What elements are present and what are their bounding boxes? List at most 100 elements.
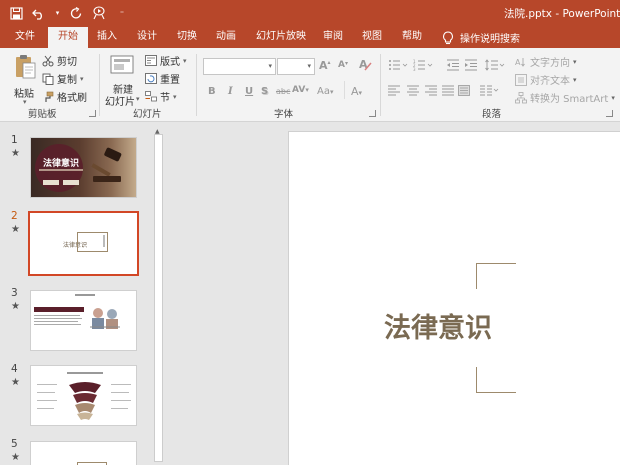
align-left-icon[interactable] [388, 85, 400, 96]
distributed-icon[interactable] [458, 85, 470, 96]
italic-button[interactable]: I [228, 86, 233, 97]
cut-label: 剪切 [57, 57, 77, 68]
format-painter-button[interactable]: 格式刷 [42, 89, 87, 104]
slide-thumbnails-pane: 1 ★ 法律意识 2 ★ 法律意识 3 ★ 4 ★ 5 ★ [0, 122, 166, 465]
clear-formatting-icon[interactable]: A [358, 57, 373, 75]
grow-font-icon[interactable]: A▴ [319, 59, 331, 72]
title-bracket-top [476, 263, 516, 289]
ribbon-home: 粘贴 ▾ 剪切 复制 ▾ 格式刷 剪贴板 新建 幻灯片 ▾ 版式 ▾ 重置 节 … [0, 48, 620, 122]
paragraph-launcher-icon[interactable] [606, 110, 613, 117]
scissors-icon [42, 55, 54, 66]
justify-icon[interactable] [442, 85, 454, 96]
change-case-button[interactable]: Aa▾ [317, 86, 333, 97]
copy-label: 复制 [57, 75, 77, 86]
start-from-beginning-icon[interactable] [91, 5, 107, 21]
ribbon-separator [99, 54, 100, 116]
clipboard-launcher-icon[interactable] [89, 110, 96, 117]
tab-file[interactable]: 文件 [15, 27, 35, 48]
font-name-dropdown-icon: ▾ [268, 62, 272, 70]
underline-button[interactable]: U [245, 86, 253, 97]
quick-access-toolbar: ▾ ⁼ [8, 4, 130, 22]
text-direction-icon: A [515, 57, 525, 67]
line-spacing-icon[interactable] [485, 59, 505, 71]
font-color-button[interactable]: A▾ [351, 85, 362, 98]
shrink-font-icon[interactable]: A▾ [338, 60, 348, 70]
text-direction-button[interactable]: A 文字方向 ▾ [515, 54, 577, 69]
scrollbar-thumb[interactable] [154, 134, 163, 462]
svg-text:3: 3 [413, 67, 416, 71]
columns-icon[interactable] [480, 85, 500, 96]
character-spacing-button[interactable]: AV▾ [292, 85, 309, 95]
paragraph-group-label: 段落 [482, 109, 502, 120]
redo-icon[interactable] [68, 5, 84, 21]
save-icon[interactable] [8, 5, 24, 21]
slide-thumbnail-4[interactable] [30, 365, 137, 426]
tell-me-search[interactable]: 操作说明搜索 [442, 27, 520, 48]
text-direction-dropdown-icon: ▾ [573, 57, 577, 66]
slide-thumbnail-3[interactable] [30, 290, 137, 351]
strikethrough-button[interactable]: abc [276, 87, 290, 96]
slide-title[interactable]: 法律意识 [384, 306, 492, 345]
thumbnail-scrollbar[interactable]: ▲ [153, 128, 164, 465]
undo-dropdown-icon[interactable]: ▾ [54, 5, 61, 21]
paste-dropdown-icon: ▾ [23, 98, 27, 106]
slide-thumbnail-5[interactable] [30, 441, 137, 465]
new-slide-dropdown-icon: ▾ [136, 95, 140, 103]
tab-slideshow[interactable]: 幻灯片放映 [256, 27, 306, 48]
section-button[interactable]: 节 ▾ [145, 89, 177, 104]
cut-button[interactable]: 剪切 [42, 53, 77, 68]
customize-qat-icon[interactable]: ⁼ [114, 5, 130, 21]
clipboard-group-label: 剪贴板 [28, 109, 57, 120]
slide-number: 5 [11, 438, 18, 450]
font-name-combo[interactable]: ▾ [203, 58, 276, 75]
slide-1-tag-2 [63, 180, 79, 185]
font-launcher-icon[interactable] [369, 110, 376, 117]
slide-1-subtitle-bar [39, 169, 83, 171]
tab-review[interactable]: 审阅 [323, 27, 343, 48]
lightbulb-icon [443, 30, 453, 44]
convert-smartart-label: 转换为 SmartArt [530, 94, 609, 105]
slide-thumbnail-1[interactable]: 法律意识 [30, 137, 137, 198]
align-text-button[interactable]: 对齐文本 ▾ [515, 72, 577, 87]
ribbon-tabs: 文件 开始 插入 设计 切换 动画 幻灯片放映 审阅 视图 帮助 操作说明搜索 [0, 27, 620, 48]
animation-star-icon: ★ [11, 301, 20, 312]
slide-4-left-text [37, 384, 59, 414]
undo-icon[interactable] [31, 5, 47, 21]
reset-button[interactable]: 重置 [145, 71, 180, 86]
change-case-label: Aa [317, 86, 330, 97]
convert-smartart-button[interactable]: 转换为 SmartArt ▾ [515, 90, 615, 105]
layout-icon [145, 55, 157, 66]
copy-dropdown-icon: ▾ [80, 74, 84, 83]
copy-button[interactable]: 复制 ▾ [42, 71, 84, 86]
layout-button[interactable]: 版式 ▾ [145, 53, 187, 68]
decrease-indent-icon[interactable] [446, 59, 460, 71]
slide-number: 4 [11, 363, 18, 375]
tab-home[interactable]: 开始 [48, 27, 88, 48]
slide-thumbnail-2[interactable]: 法律意识 [28, 211, 139, 276]
format-painter-icon [45, 91, 54, 102]
title-bar: ▾ ⁼ 法院.pptx - PowerPoint [0, 0, 620, 27]
tab-help[interactable]: 帮助 [402, 27, 422, 48]
align-right-icon[interactable] [425, 85, 437, 96]
svg-text:A: A [515, 58, 521, 67]
tab-insert[interactable]: 插入 [97, 27, 117, 48]
reset-label: 重置 [160, 75, 180, 86]
tab-transitions[interactable]: 切换 [177, 27, 197, 48]
ribbon-separator [380, 54, 381, 116]
paste-button[interactable]: 粘贴 ▾ [10, 54, 38, 106]
numbering-icon[interactable]: 123 [413, 59, 435, 71]
tab-design[interactable]: 设计 [137, 27, 157, 48]
slide-canvas[interactable] [288, 131, 620, 465]
bold-button[interactable]: B [208, 86, 216, 97]
section-dropdown-icon: ▾ [173, 92, 177, 101]
font-size-combo[interactable]: ▾ [277, 58, 315, 75]
tab-animations[interactable]: 动画 [216, 27, 236, 48]
align-text-dropdown-icon: ▾ [573, 75, 577, 84]
animation-star-icon: ★ [11, 377, 20, 388]
increase-indent-icon[interactable] [464, 59, 478, 71]
bullets-icon[interactable] [388, 59, 410, 71]
align-center-icon[interactable] [407, 85, 419, 96]
new-slide-button[interactable]: 新建 幻灯片 ▾ [105, 54, 140, 108]
shadow-button[interactable]: S [261, 86, 268, 97]
tab-view[interactable]: 视图 [362, 27, 382, 48]
